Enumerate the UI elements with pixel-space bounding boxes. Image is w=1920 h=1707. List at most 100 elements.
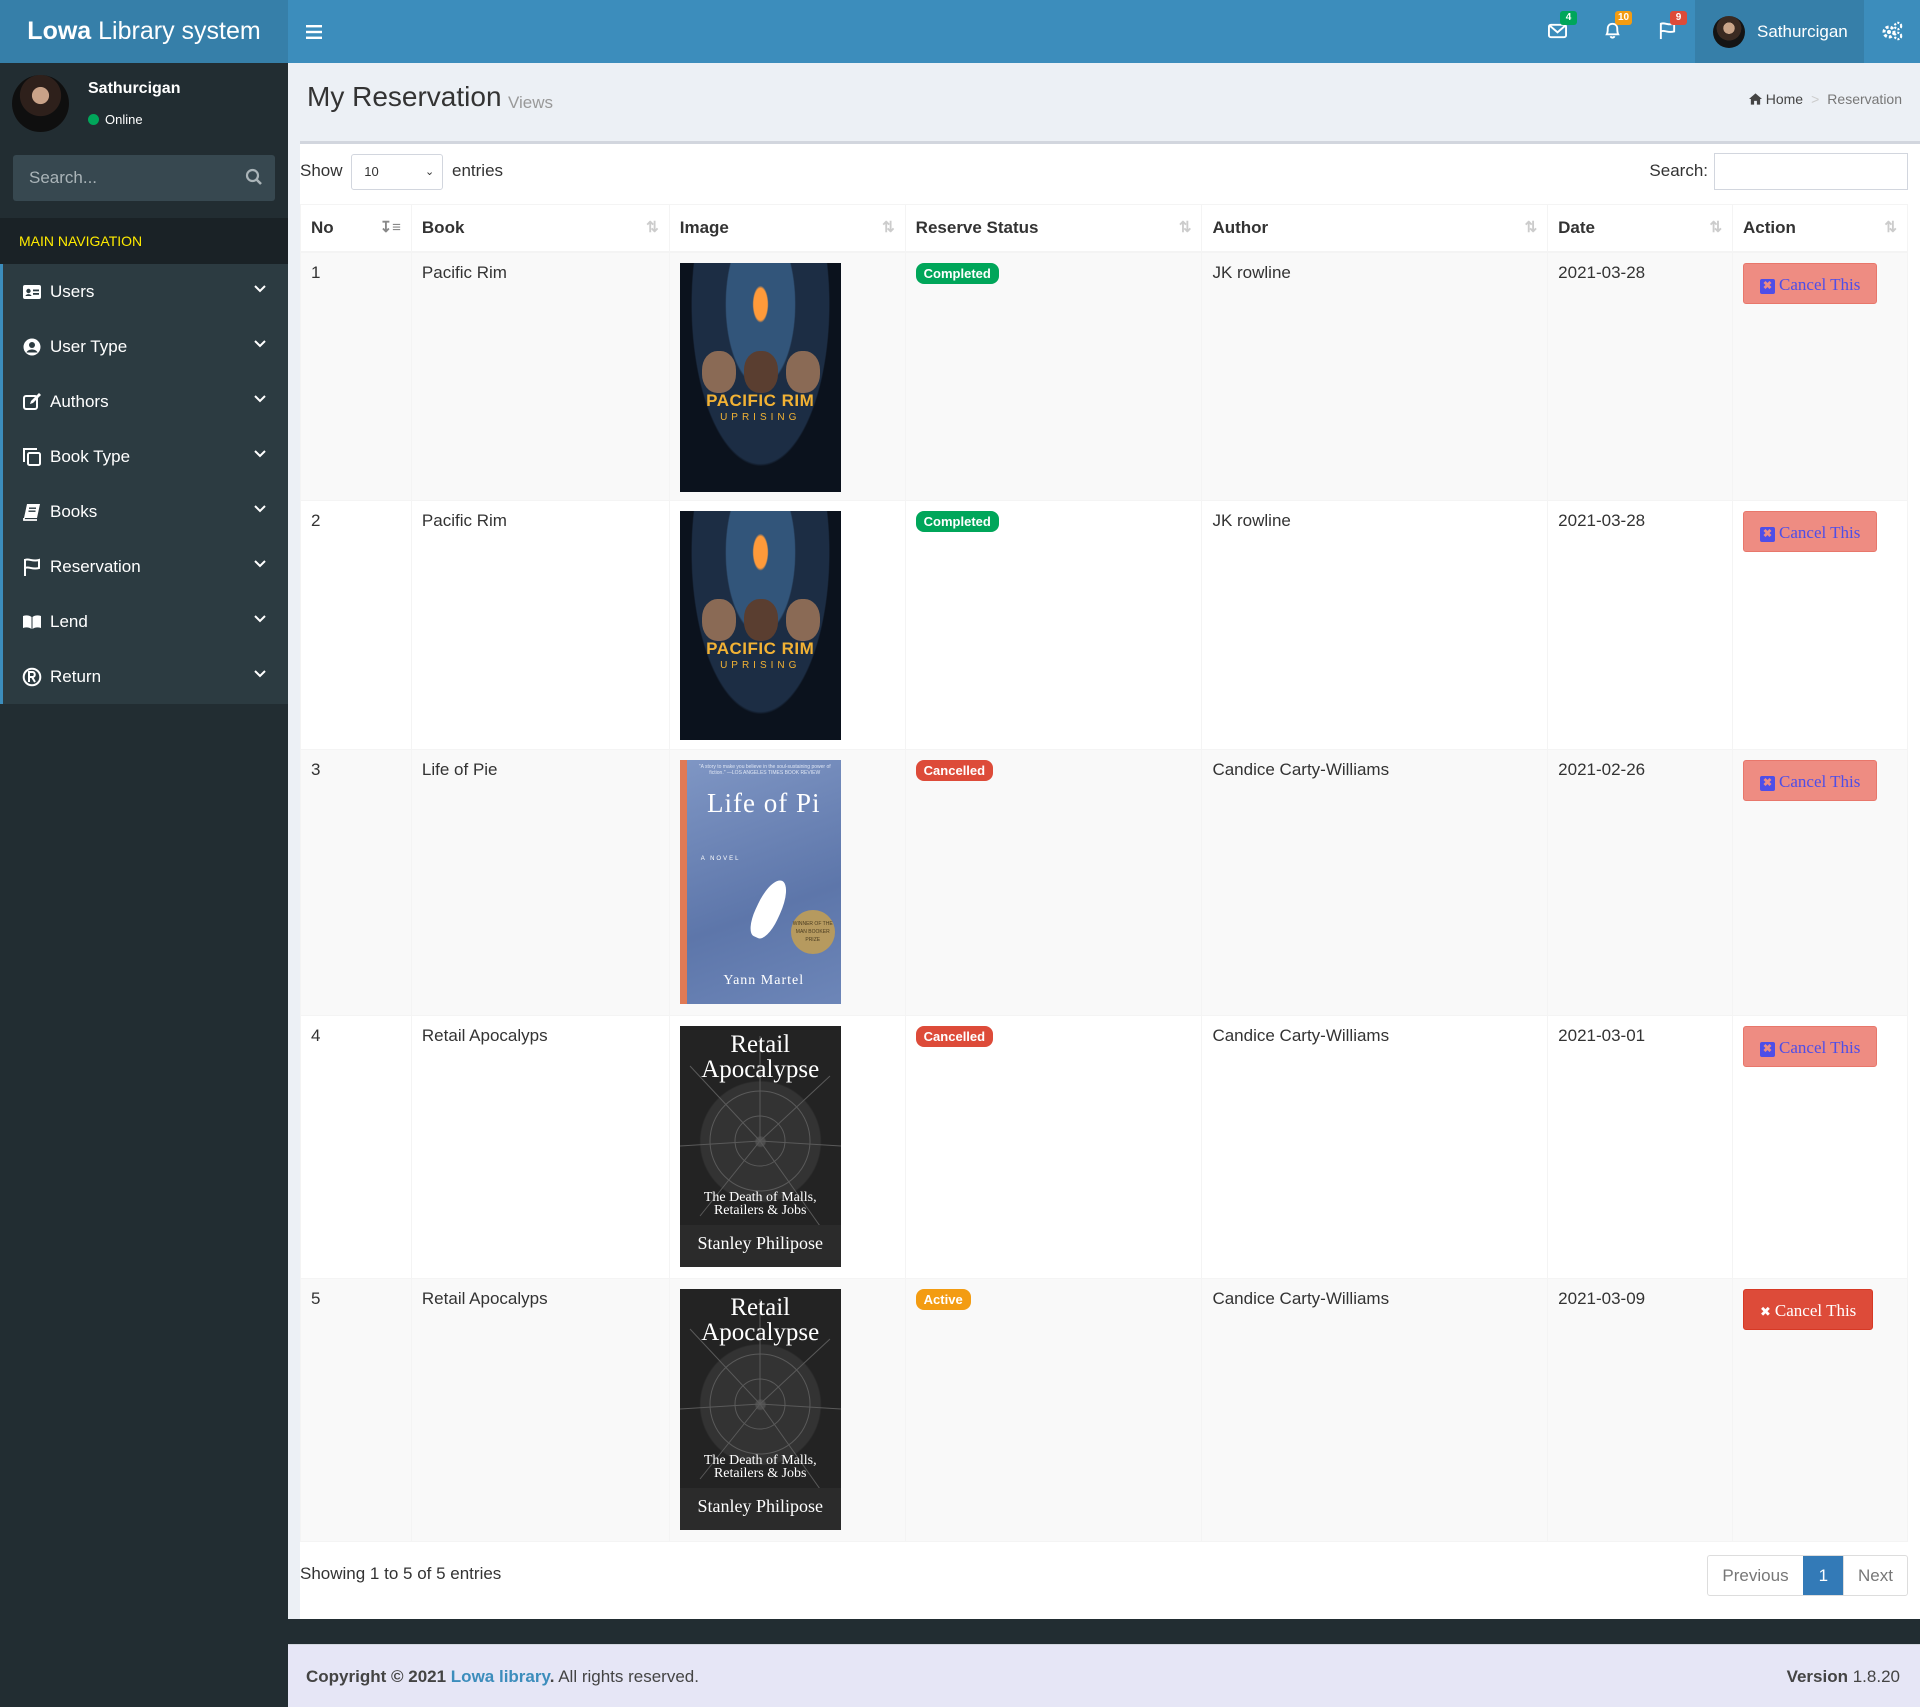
chevron-down-icon [254, 615, 266, 623]
column-header-reserve-status[interactable]: Reserve Status ⇅ [904, 204, 1203, 253]
cell-status: Cancelled [904, 1015, 1203, 1279]
footer: Copyright © 2021 Lowa library. All right… [288, 1644, 1920, 1707]
sidebar: Sathurcigan Online MAIN NAVIGATION Users… [0, 63, 288, 1707]
table-search-input[interactable] [1714, 153, 1908, 191]
cell-no: 5 [300, 1278, 412, 1542]
cell-action: ✖ Cancel This [1732, 1015, 1908, 1279]
sidebar-item-lend[interactable]: Lend [0, 594, 288, 649]
button-label: Cancel This [1774, 1301, 1857, 1320]
close-icon: ✖ [1760, 1042, 1776, 1057]
status-badge: Completed [915, 262, 999, 284]
status-badge: Cancelled [915, 1026, 994, 1047]
length-control: Show 10 ⌄ entries [300, 153, 504, 190]
retail-apocalypse-cover: Retail Apocalypse The Death of Malls, Reta… [679, 1026, 841, 1267]
user-menu[interactable]: Sathurcigan [1695, 0, 1864, 63]
breadcrumb-current: Reservation [1827, 91, 1902, 107]
sidebar-item-authors[interactable]: Authors [0, 374, 288, 429]
cell-author: JK rowline [1201, 500, 1549, 750]
button-label: Cancel This [1779, 1038, 1861, 1057]
column-header-author[interactable]: Author ⇅ [1201, 204, 1549, 253]
column-label: Action [1743, 217, 1796, 237]
sidebar-item-reservation[interactable]: Reservation [0, 539, 288, 594]
breadcrumb-home-link[interactable]: Home [1766, 91, 1803, 107]
cell-no: 3 [300, 749, 412, 1016]
cover-tag: A NOVEL [700, 856, 741, 862]
table-row: 2 Pacific Rim PACIFIC RIM UPRISING Compl… [300, 500, 1908, 750]
cover-author: Stanley Philipose [679, 1225, 841, 1267]
table-row: 5 Retail Apocalyps Retail Apocalypse The … [300, 1278, 1908, 1542]
cancel-reservation-button[interactable]: ✖ Cancel This [1743, 1289, 1874, 1330]
entries-label: entries [452, 161, 504, 180]
cell-status: Completed [904, 500, 1203, 750]
column-label: Book [421, 217, 465, 237]
pagination-page-1[interactable]: 1 [1802, 1556, 1845, 1595]
version-label: Version [1786, 1667, 1848, 1686]
table-row: 1 Pacific Rim PACIFIC RIM UPRISING Compl… [300, 251, 1908, 501]
cancel-reservation-button[interactable]: ✖ Cancel This [1743, 511, 1878, 552]
cell-book: Life of Pie [410, 749, 670, 1016]
messages-button[interactable]: 4 [1530, 0, 1585, 63]
life-of-pi-cover: "A story to make you believe in the soul… [679, 760, 841, 1004]
brand-link[interactable]: Lowa library [451, 1667, 550, 1686]
flag-icon [24, 558, 40, 576]
column-header-book[interactable]: Book ⇅ [410, 204, 670, 253]
cancel-reservation-button[interactable]: ✖ Cancel This [1743, 760, 1878, 801]
cover-subtitle: The Death of Malls, Retailers & Jobs [680, 1191, 841, 1218]
tasks-button[interactable]: 9 [1640, 0, 1695, 63]
cell-status: Cancelled [904, 749, 1203, 1016]
sort-icon: ⇅ [1709, 219, 1723, 236]
cover-title: Life of Pi [706, 788, 821, 818]
button-label: Cancel This [1779, 523, 1861, 542]
column-header-image[interactable]: Image ⇅ [668, 204, 906, 253]
column-header-date[interactable]: Date ⇅ [1547, 204, 1734, 253]
id-card-icon [23, 285, 41, 299]
main-navigation-header: MAIN NAVIGATION [0, 218, 288, 264]
cover-subtitle-line2: Retailers & Jobs [713, 1203, 807, 1218]
cover-title: PACIFIC RIM [706, 390, 815, 410]
cover-title-line1: Retail [730, 1294, 791, 1321]
cover-subtitle-line2: Retailers & Jobs [713, 1466, 807, 1481]
sidebar-search-input[interactable] [13, 155, 233, 201]
reservation-table: No ↧≡ Book ⇅ Image ⇅ Reserve Status ⇅ Author… [300, 204, 1908, 1542]
chevron-down-icon [254, 670, 266, 678]
cancel-reservation-button[interactable]: ✖ Cancel This [1743, 1026, 1878, 1067]
settings-button[interactable] [1864, 0, 1920, 63]
sidebar-item-book-type[interactable]: Book Type [0, 429, 288, 484]
breadcrumb: Home > Reservation [1748, 91, 1902, 107]
notifications-button[interactable]: 10 [1585, 0, 1640, 63]
column-label: Date [1558, 217, 1596, 237]
cover-boat [744, 875, 793, 943]
sidebar-item-users[interactable]: Users [0, 264, 288, 319]
sidebar-item-user-type[interactable]: User Type [0, 319, 288, 374]
table-row: 3 Life of Pie "A story to make you belie… [300, 749, 1908, 1016]
table-row: 4 Retail Apocalyps Retail Apocalypse The … [300, 1015, 1908, 1279]
close-icon: ✖ [1760, 1304, 1771, 1319]
online-dot-icon [88, 114, 99, 125]
cover-title-line2: Apocalypse [701, 1056, 820, 1083]
sidebar-item-books[interactable]: Books [0, 484, 288, 539]
page-length-select[interactable]: 10 ⌄ [351, 153, 444, 190]
cancel-reservation-button[interactable]: ✖ Cancel This [1743, 262, 1878, 304]
sidebar-item-label: Authors [50, 392, 109, 411]
app-logo[interactable]: Lowa Library system [0, 0, 288, 63]
chevron-down-icon [254, 505, 266, 513]
sidebar-item-label: Return [50, 667, 102, 686]
search-icon[interactable] [245, 168, 263, 191]
pagination-previous[interactable]: Previous [1708, 1556, 1802, 1595]
avatar [1713, 16, 1745, 48]
sidebar-item-return[interactable]: Return [0, 649, 288, 704]
sidebar-item-label: Reservation [50, 557, 141, 576]
cell-date: 2021-03-28 [1547, 251, 1734, 501]
pagination-next[interactable]: Next [1844, 1556, 1907, 1595]
column-header-action[interactable]: Action ⇅ [1732, 204, 1908, 253]
chevron-down-icon: ⌄ [425, 165, 435, 178]
chevron-down-icon [254, 285, 266, 293]
sidebar-toggle-button[interactable] [288, 0, 340, 63]
cover-author: Yann Martel [723, 973, 805, 988]
cell-image: "A story to make you believe in the soul… [668, 749, 906, 1016]
top-header: Lowa Library system 4 10 9 Sathurcigan [0, 0, 1920, 63]
column-header-no[interactable]: No ↧≡ [300, 204, 412, 253]
copyright-suffix: All rights reserved. [554, 1667, 699, 1686]
cell-date: 2021-02-26 [1547, 749, 1734, 1016]
cover-title: Retail Apocalypse [680, 1295, 841, 1345]
